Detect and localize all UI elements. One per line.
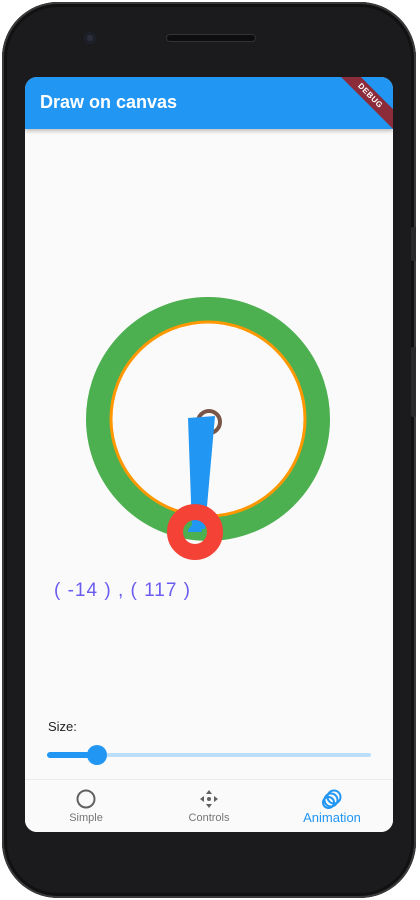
size-slider[interactable] [47, 745, 371, 765]
size-label: Size: [48, 719, 77, 734]
phone-frame: Draw on canvas DEBUG ( -14 ) , ( 117 ) S… [2, 2, 416, 898]
move-arrows-icon [200, 790, 218, 808]
nav-label-animation: Animation [303, 810, 361, 825]
nav-item-simple[interactable]: Simple [25, 780, 147, 832]
earpiece-speaker [166, 34, 256, 42]
debug-banner: DEBUG [333, 77, 393, 133]
nav-label-controls: Controls [188, 812, 230, 824]
nav-item-controls[interactable]: Controls [148, 780, 270, 832]
volume-button [411, 227, 416, 261]
nav-label-simple: Simple [69, 812, 103, 824]
app-bar: Draw on canvas DEBUG [25, 77, 393, 133]
front-camera [84, 32, 96, 44]
power-button [411, 347, 416, 417]
circle-outline-icon [76, 789, 96, 809]
bottom-navigation: Simple Controls Animation [25, 779, 393, 832]
drawing-canvas[interactable] [25, 129, 393, 769]
nav-item-animation[interactable]: Animation [271, 780, 393, 832]
app-screen: Draw on canvas DEBUG ( -14 ) , ( 117 ) S… [25, 77, 393, 832]
animation-icon [322, 789, 342, 809]
coordinates-readout: ( -14 ) , ( 117 ) [54, 580, 192, 601]
app-title: Draw on canvas [40, 92, 178, 112]
slider-thumb[interactable] [86, 745, 107, 765]
